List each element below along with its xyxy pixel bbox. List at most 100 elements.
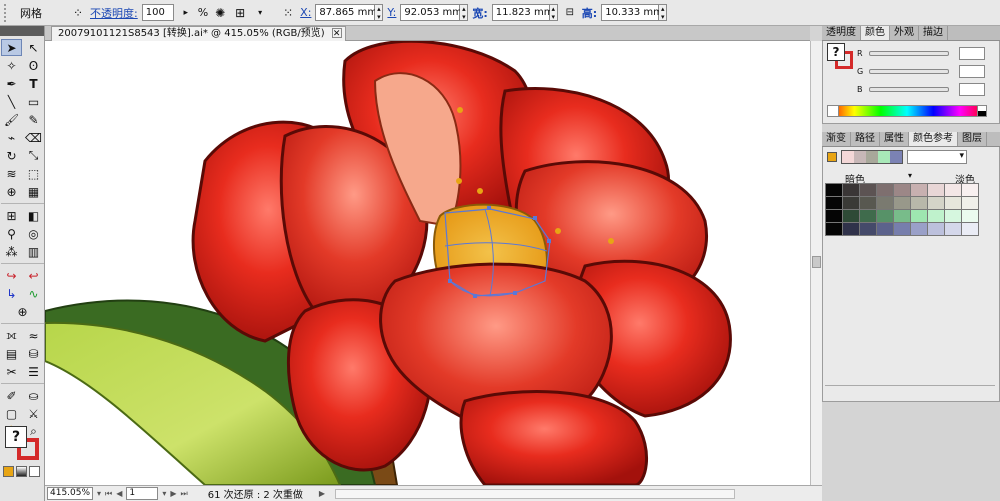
guide-panel-tab-4[interactable]: 图层 xyxy=(958,132,987,146)
guide-swatch[interactable] xyxy=(928,210,944,222)
guide-swatch[interactable] xyxy=(928,184,944,196)
guide-swatch[interactable] xyxy=(945,210,961,222)
guide-swatch[interactable] xyxy=(928,223,944,235)
y-label[interactable]: Y: xyxy=(387,6,396,19)
fill-indicator[interactable]: ? xyxy=(827,43,845,61)
height-label[interactable]: 高: xyxy=(582,5,597,21)
selection-options-icon[interactable]: ⁘ xyxy=(70,5,86,21)
scale-tool-icon[interactable]: ⤡ xyxy=(23,147,44,164)
guide-swatch[interactable] xyxy=(877,184,893,196)
color-panel-tab-1[interactable]: 颜色 xyxy=(861,26,890,40)
shape-builder-tool-icon[interactable]: ⊕ xyxy=(1,183,22,200)
vertical-scrollbar[interactable] xyxy=(810,41,822,485)
next-page-icon[interactable]: ▶ xyxy=(170,489,176,498)
free-transform-tool-icon[interactable]: ⬚ xyxy=(23,165,44,182)
artboard-tool-icon[interactable]: ⊕ xyxy=(1,303,44,320)
artboard-frame-tool-icon[interactable]: ▢ xyxy=(1,405,22,422)
y-field[interactable]: 92.053 mm xyxy=(400,4,462,21)
prev-page-icon[interactable]: ◀ xyxy=(116,489,122,498)
guide-swatch[interactable] xyxy=(962,184,978,196)
gradient-mode-button[interactable] xyxy=(16,466,27,477)
slider-value-field[interactable] xyxy=(958,47,985,60)
vertical-scrollbar-thumb[interactable] xyxy=(812,256,821,268)
column-graph-tool-icon[interactable]: ▥ xyxy=(23,243,44,260)
guide-swatch[interactable] xyxy=(877,210,893,222)
gradient-tool-icon[interactable]: ◧ xyxy=(23,207,44,224)
page-dropdown-icon[interactable]: ▾ xyxy=(162,489,166,498)
guide-swatch[interactable] xyxy=(860,223,876,235)
color-panel-tab-3[interactable]: 描边 xyxy=(919,26,948,40)
guide-panel-tab-0[interactable]: 渐变 xyxy=(822,132,851,146)
x-label[interactable]: X: xyxy=(300,6,311,19)
slider-value-field[interactable] xyxy=(959,65,986,78)
guide-swatch[interactable] xyxy=(843,184,859,196)
zoom-field[interactable]: 415.05% xyxy=(47,487,93,500)
guide-swatch[interactable] xyxy=(894,223,910,235)
curve-red-alt-tool-icon[interactable]: ↩ xyxy=(23,267,44,284)
x-stepper[interactable]: ▴ ▾ xyxy=(375,4,384,21)
none-mode-button[interactable] xyxy=(29,466,40,477)
magic-wand-tool-icon[interactable]: ✧ xyxy=(1,57,22,74)
status-menu-icon[interactable]: ▶ xyxy=(319,489,325,498)
grip-handle[interactable] xyxy=(4,3,10,22)
opacity-field[interactable]: 100 xyxy=(141,4,174,21)
none-swatch[interactable] xyxy=(827,105,839,117)
transform-reference-icon[interactable]: ⊞ xyxy=(232,5,248,21)
close-icon[interactable]: ✕ xyxy=(331,28,342,39)
harmony-swatch[interactable] xyxy=(866,151,878,163)
first-page-icon[interactable]: ⏮ xyxy=(105,489,112,499)
harmony-dropdown[interactable] xyxy=(907,150,967,164)
flare-tool-icon[interactable]: ≈ xyxy=(23,327,44,344)
guide-swatch[interactable] xyxy=(826,223,842,235)
selection-tool-icon[interactable]: ➤ xyxy=(1,39,22,56)
knife-tool-icon[interactable]: ⚔ xyxy=(23,405,44,422)
paint-bucket-tool-icon[interactable]: ⛀ xyxy=(23,387,44,404)
guide-swatch[interactable] xyxy=(826,210,842,222)
constrain-proportions-icon[interactable]: ⊟ xyxy=(562,5,578,21)
height-stepper[interactable]: ▴ ▾ xyxy=(659,4,668,21)
guide-swatch[interactable] xyxy=(843,210,859,222)
guide-swatch[interactable] xyxy=(860,210,876,222)
guide-swatch[interactable] xyxy=(928,197,944,209)
width-field[interactable]: 11.823 mm xyxy=(491,4,553,21)
opacity-link[interactable]: 不透明度: xyxy=(90,5,138,21)
dropdown-arrow-icon[interactable]: ▾ xyxy=(252,5,268,21)
guide-swatch[interactable] xyxy=(911,210,927,222)
height-field[interactable]: 10.333 mm xyxy=(601,4,663,21)
page-field[interactable]: 1 xyxy=(126,487,159,500)
pencil-tool-icon[interactable]: ✎ xyxy=(23,111,44,128)
guide-swatch[interactable] xyxy=(826,197,842,209)
x-field[interactable]: 87.865 mm xyxy=(315,4,377,21)
recolor-icon[interactable]: ✺ xyxy=(212,5,228,21)
rectangle-tool-icon[interactable]: ▭ xyxy=(23,93,44,110)
guide-swatch[interactable] xyxy=(894,184,910,196)
opacity-arrow-icon[interactable]: ▸ xyxy=(178,5,194,21)
color-mode-button[interactable] xyxy=(3,466,14,477)
fill-swatch[interactable]: ? xyxy=(5,426,27,448)
guide-swatch[interactable] xyxy=(894,210,910,222)
reference-point-icon[interactable]: ⁙ xyxy=(280,5,296,21)
guide-swatch[interactable] xyxy=(945,184,961,196)
blend-tool-icon[interactable]: ◎ xyxy=(23,225,44,242)
guide-swatch[interactable] xyxy=(843,197,859,209)
curve-red-tool-icon[interactable]: ↪ xyxy=(1,267,22,284)
guide-swatch[interactable] xyxy=(962,223,978,235)
curve-green-tool-icon[interactable]: ∿ xyxy=(23,285,44,302)
list-tool-icon[interactable]: ☰ xyxy=(23,363,44,380)
last-page-icon[interactable]: ⏭ xyxy=(181,489,188,499)
black-white-swatch[interactable] xyxy=(977,105,987,117)
guide-swatch[interactable] xyxy=(877,197,893,209)
symbol-sprayer-tool-icon[interactable]: ⁂ xyxy=(1,243,22,260)
scissors-tool-icon[interactable]: ✂ xyxy=(1,363,22,380)
guide-panel-tab-1[interactable]: 路径 xyxy=(851,132,880,146)
color-panel-tab-2[interactable]: 外观 xyxy=(890,26,919,40)
perspective-grid-tool-icon[interactable]: ▦ xyxy=(23,183,44,200)
guide-swatch[interactable] xyxy=(843,223,859,235)
y-stepper[interactable]: ▴ ▾ xyxy=(460,4,469,21)
guide-swatch[interactable] xyxy=(911,184,927,196)
blob-brush-tool-icon[interactable]: ⌁ xyxy=(1,129,22,146)
horizontal-scrollbar[interactable] xyxy=(335,488,736,499)
guide-swatch[interactable] xyxy=(962,197,978,209)
curve-blue-tool-icon[interactable]: ↳ xyxy=(1,285,22,302)
chart-tool-icon[interactable]: ▤ xyxy=(1,345,22,362)
